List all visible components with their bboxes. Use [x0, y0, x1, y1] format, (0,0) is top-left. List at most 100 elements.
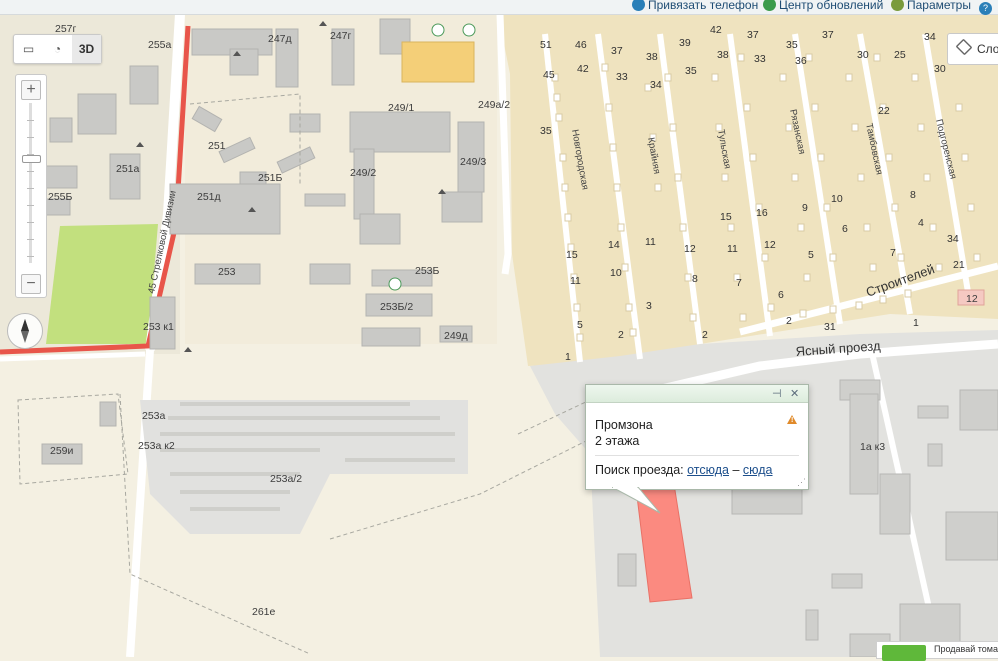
house-number: 36	[795, 55, 807, 67]
label-255a: 255а	[148, 39, 172, 51]
house-number: 12	[684, 243, 696, 255]
layers-icon	[955, 38, 973, 56]
balloon-floors: 2 этажа	[595, 434, 640, 448]
house-number: 31	[824, 321, 836, 333]
ad-banner[interactable]: Продавай тома	[876, 641, 998, 661]
zoom-control: + −	[15, 74, 47, 298]
house-number: 11	[645, 236, 656, 248]
house-number: 7	[890, 247, 896, 259]
label-253a: 253а	[142, 410, 166, 422]
house-number: 22	[878, 105, 890, 117]
help-icon[interactable]: ?	[979, 2, 992, 15]
house-number: 3	[646, 300, 652, 312]
balloon-header: ⊣ ✕	[586, 385, 808, 403]
compass-icon[interactable]	[7, 313, 43, 349]
house-number: 10	[610, 267, 622, 279]
house-number: 30	[934, 63, 946, 75]
zoom-slider-handle[interactable]	[22, 155, 41, 163]
gear-icon	[891, 0, 904, 11]
zoom-out-button[interactable]: −	[21, 274, 41, 294]
house-number: 35	[540, 125, 552, 137]
balloon-divider	[595, 455, 799, 456]
updates-label[interactable]: Центр обновлений	[779, 0, 883, 12]
house-number: 21	[953, 259, 965, 271]
house-number: 16	[756, 207, 768, 219]
traffic-icon[interactable]: ◔	[43, 35, 72, 63]
resize-handle[interactable]: ⋰	[797, 477, 806, 488]
house-number: 35	[685, 65, 697, 77]
help-button[interactable]: ?	[979, 0, 995, 15]
yellow-building	[401, 41, 475, 83]
house-number: 39	[679, 37, 691, 49]
label-249-2: 249/2	[350, 167, 376, 179]
house-number: 34	[947, 233, 959, 245]
label-253b-2: 253Б/2	[380, 301, 413, 313]
label-261e: 261е	[252, 606, 276, 618]
house-number: 2	[702, 329, 708, 341]
house-number: 12	[764, 239, 776, 251]
3d-button[interactable]: 3D	[72, 35, 101, 63]
layers-button[interactable]: Сло	[947, 33, 998, 65]
house-number: 2	[618, 329, 624, 341]
map-view-controls: ▭ ◔ 3D	[13, 34, 102, 64]
house-number: 34	[924, 31, 936, 43]
house-number: 7	[736, 277, 742, 289]
updates-link[interactable]: Центр обновлений	[763, 0, 883, 12]
house-number: 5	[577, 319, 583, 331]
house-number: 33	[754, 53, 766, 65]
house-number: 37	[747, 29, 759, 41]
settings-link[interactable]: Параметры	[891, 0, 971, 12]
route-from-link[interactable]: отсюда	[687, 463, 729, 477]
label-253: 253	[218, 266, 236, 278]
ad-text: Продавай тома	[934, 644, 998, 654]
balloon-tail	[612, 487, 661, 514]
house-number: 42	[577, 63, 589, 75]
house-number: 9	[802, 202, 808, 214]
house-number: 51	[540, 39, 552, 51]
pin-icon[interactable]: ⊣	[772, 387, 782, 400]
house-number: 30	[857, 49, 869, 61]
gas-station-icon[interactable]	[462, 23, 476, 37]
label-253k1: 253 к1	[143, 321, 174, 333]
close-icon[interactable]: ✕	[790, 387, 799, 400]
bind-phone-label[interactable]: Привязать телефон	[648, 0, 758, 12]
gas-station-icon[interactable]	[431, 23, 445, 37]
house-number: 1	[913, 317, 919, 329]
house-number: 34	[650, 79, 662, 91]
house-number: 38	[646, 51, 658, 63]
house-number: 6	[842, 223, 848, 235]
warning-mark: !	[791, 417, 794, 424]
label-253a-2: 253а/2	[270, 473, 302, 485]
label-247d: 247д	[268, 33, 292, 45]
house-number: 6	[778, 289, 784, 301]
route-to-link[interactable]: сюда	[743, 463, 773, 477]
map-canvas[interactable]: 257г 255а 247д 247г 249/1 249а/2 251 251…	[0, 14, 998, 657]
top-toolbar: Привязать телефон Центр обновлений Парам…	[0, 0, 998, 15]
label-251: 251	[208, 140, 226, 152]
house-number: 1	[565, 351, 571, 363]
house-number: 46	[575, 39, 587, 51]
house-number: 37	[611, 45, 623, 57]
house-number: 15	[566, 249, 578, 261]
ruler-icon[interactable]: ▭	[14, 35, 43, 63]
house-number: 42	[710, 24, 722, 36]
house-number: 11	[570, 275, 581, 287]
label-251a: 251а	[116, 163, 140, 175]
house-number: 2	[786, 315, 792, 327]
label-249a-2: 249а/2	[478, 99, 510, 111]
label-255b: 255Б	[48, 191, 73, 203]
house-number: 14	[608, 239, 620, 251]
house-number: 10	[831, 193, 843, 205]
park-area	[46, 224, 158, 344]
zoom-in-button[interactable]: +	[21, 80, 41, 100]
settings-label[interactable]: Параметры	[907, 0, 971, 12]
cafe-icon[interactable]	[388, 277, 402, 291]
layers-label: Сло	[977, 42, 998, 56]
house-number: 8	[692, 273, 698, 285]
label-247g: 247г	[330, 30, 352, 42]
route-search: Поиск проезда: отсюда – сюда	[595, 462, 799, 478]
house-number: 15	[720, 211, 732, 223]
house-number: 33	[616, 71, 628, 83]
bind-phone-link[interactable]: Привязать телефон	[632, 0, 758, 12]
refresh-icon	[763, 0, 776, 11]
